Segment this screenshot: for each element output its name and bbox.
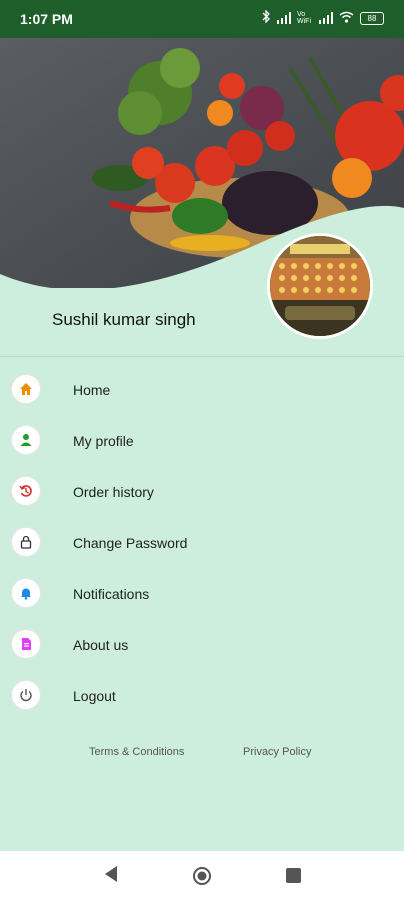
menu-item-logout[interactable]: Logout [0,670,404,721]
home-button-icon[interactable] [192,866,212,891]
menu-item-label: Order history [73,484,154,500]
battery-icon: 88 [360,11,384,25]
document-icon [11,629,41,659]
menu-item-label: Change Password [73,535,188,551]
menu-item-label: About us [73,637,129,653]
status-time: 1:07 PM [20,11,73,27]
power-icon [11,680,41,710]
home-icon [11,374,41,404]
signal-icon [277,12,291,24]
system-nav-bar [0,851,404,900]
menu-item-about-us[interactable]: About us [0,619,404,670]
menu-item-change-password[interactable]: Change Password [0,517,404,568]
menu-item-home[interactable]: Home [0,364,404,415]
menu-item-label: Logout [73,688,116,704]
bluetooth-icon [262,9,271,26]
terms-link[interactable]: Terms & Conditions [89,746,184,758]
status-icons: Vo WiFi 88 [262,9,384,26]
menu-item-my-profile[interactable]: My profile [0,415,404,466]
signal-icon-2 [319,12,333,24]
wifi-icon [339,11,354,26]
menu-item-notifications[interactable]: Notifications [0,568,404,619]
menu-item-label: My profile [73,433,134,449]
bell-icon [11,578,41,608]
battery-label: 88 [367,13,377,23]
status-bar: 1:07 PM Vo WiFi 88 [0,0,404,38]
divider [0,356,404,357]
menu-item-order-history[interactable]: Order history [0,466,404,517]
network-label: Vo WiFi [297,11,311,25]
privacy-policy-link[interactable]: Privacy Policy [243,746,311,758]
profile-name: Sushil kumar singh [52,310,196,329]
menu-item-label: Home [73,382,111,398]
recents-icon[interactable] [286,868,301,888]
back-icon[interactable] [103,865,119,888]
lock-icon [11,527,41,557]
person-icon [11,425,41,455]
menu-item-label: Notifications [73,586,150,602]
history-icon [11,476,41,506]
avatar[interactable] [267,233,373,339]
